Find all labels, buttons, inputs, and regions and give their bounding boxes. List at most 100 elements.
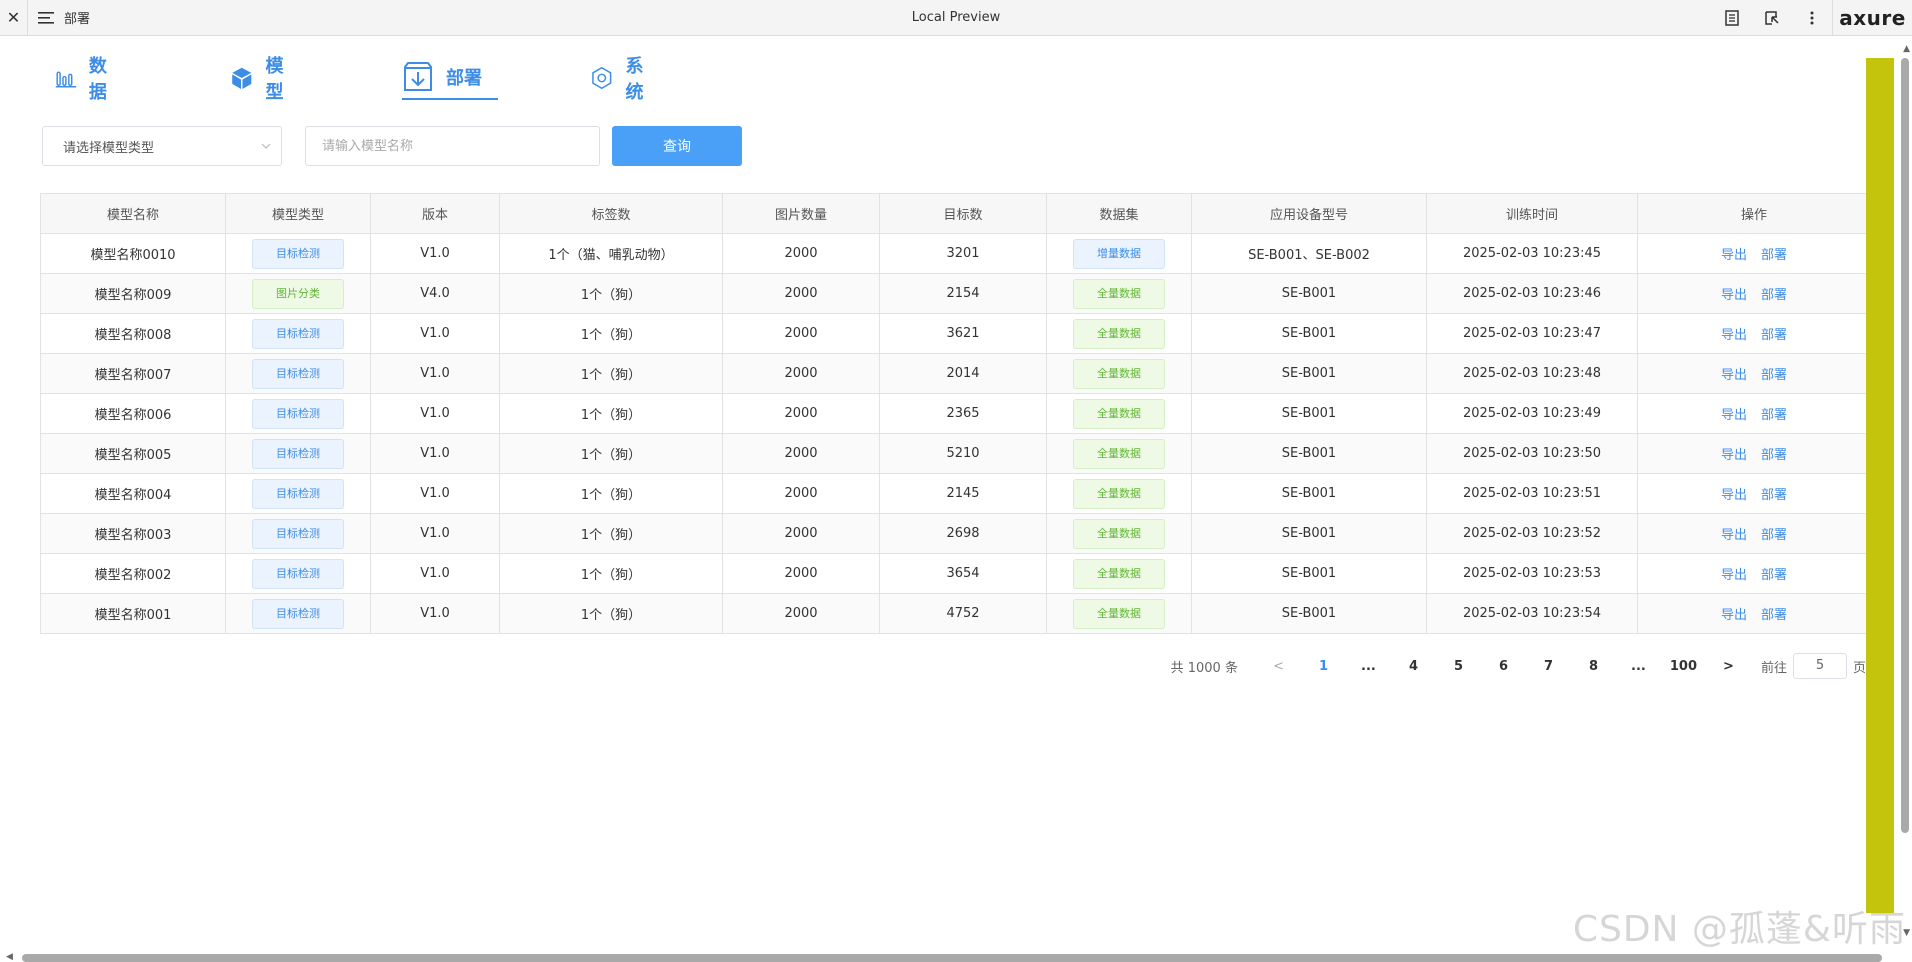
dataset-tag: 全量数据 [1073, 318, 1165, 349]
device-model-cell: SE-B001 [1191, 353, 1427, 394]
nav-deploy-label: 部署 [446, 68, 482, 89]
model-type-tag: 目标检测 [252, 318, 344, 349]
inspect-icon[interactable] [1752, 0, 1792, 36]
deploy-link[interactable]: 部署 [1761, 608, 1787, 623]
target-count-cell: 2145 [879, 473, 1047, 514]
query-button[interactable]: 查询 [612, 126, 742, 166]
prev-page-button[interactable]: < [1256, 659, 1301, 674]
model-type-select[interactable]: 请选择模型类型 [42, 126, 282, 166]
actions-cell: 导出 部署 [1637, 473, 1871, 514]
scroll-up-icon[interactable]: ▲ [1903, 44, 1910, 54]
deploy-link[interactable]: 部署 [1761, 368, 1787, 383]
model-type-select-value: 请选择模型类型 [63, 140, 155, 156]
version-cell: V1.0 [370, 593, 500, 634]
page-ellipsis[interactable]: ... [1616, 659, 1661, 674]
label-count-cell: 1个（狗） [499, 473, 723, 514]
label-count-cell: 1个（狗） [499, 433, 723, 474]
page-number-button[interactable]: 1 [1301, 659, 1346, 674]
nav-data[interactable]: 数据 [55, 56, 115, 103]
goto-page-input[interactable]: 5 [1792, 653, 1847, 679]
device-model-cell: SE-B001 [1191, 313, 1427, 354]
label-count-cell: 1个（狗） [499, 513, 723, 554]
device-model-cell: SE-B001 [1191, 273, 1427, 314]
dataset-cell: 全量数据 [1046, 473, 1192, 514]
model-type-tag: 目标检测 [252, 478, 344, 509]
export-link[interactable]: 导出 [1721, 368, 1747, 383]
bar-chart-icon [55, 71, 77, 88]
version-cell: V1.0 [370, 433, 500, 474]
image-count-cell: 2000 [722, 593, 880, 634]
page-number-button[interactable]: 7 [1526, 659, 1571, 674]
page-number-button[interactable]: 6 [1481, 659, 1526, 674]
model-type-cell: 目标检测 [225, 393, 371, 434]
more-icon[interactable] [1792, 0, 1832, 36]
dataset-cell: 全量数据 [1046, 513, 1192, 554]
deploy-link[interactable]: 部署 [1761, 288, 1787, 303]
export-link[interactable]: 导出 [1721, 608, 1747, 623]
table-header-row: 模型名称 模型类型 版本 标签数 图片数量 目标数 数据集 应用设备型号 训练时间 操作 [40, 193, 1871, 234]
deploy-link[interactable]: 部署 [1761, 408, 1787, 423]
nav-system-label: 系统 [625, 56, 644, 103]
dataset-cell: 全量数据 [1046, 393, 1192, 434]
target-count-cell: 2014 [879, 353, 1047, 394]
page-number-button[interactable]: 4 [1391, 659, 1436, 674]
export-link[interactable]: 导出 [1721, 568, 1747, 583]
next-page-button[interactable]: > [1706, 659, 1751, 674]
export-link[interactable]: 导出 [1721, 328, 1747, 343]
export-link[interactable]: 导出 [1721, 288, 1747, 303]
deploy-link[interactable]: 部署 [1761, 568, 1787, 583]
page-ellipsis[interactable]: ... [1346, 659, 1391, 674]
model-type-tag: 目标检测 [252, 358, 344, 389]
horizontal-scrollbar[interactable] [22, 954, 1882, 962]
actions-cell: 导出 部署 [1637, 553, 1871, 594]
close-icon[interactable]: ✕ [0, 0, 28, 36]
model-name-input[interactable] [305, 126, 600, 166]
dataset-cell: 全量数据 [1046, 313, 1192, 354]
label-count-cell: 1个（狗） [499, 313, 723, 354]
column-header: 目标数 [879, 193, 1047, 234]
notes-icon[interactable] [1712, 0, 1752, 36]
device-model-cell: SE-B001、SE-B002 [1191, 233, 1427, 274]
page-number-button[interactable]: 100 [1661, 659, 1706, 674]
model-name-cell: 模型名称004 [40, 473, 226, 514]
nav-deploy[interactable]: 部署 [402, 56, 498, 100]
deploy-link[interactable]: 部署 [1761, 528, 1787, 543]
model-name-cell: 模型名称0010 [40, 233, 226, 274]
vertical-scrollbar[interactable] [1901, 58, 1909, 833]
export-link[interactable]: 导出 [1721, 248, 1747, 263]
deploy-link[interactable]: 部署 [1761, 248, 1787, 263]
actions-cell: 导出 部署 [1637, 273, 1871, 314]
table-row: 模型名称005 目标检测 V1.0 1个（狗） 2000 5210 全量数据 SE-B001 2… [40, 433, 1871, 474]
column-header: 应用设备型号 [1191, 193, 1427, 234]
deploy-link[interactable]: 部署 [1761, 448, 1787, 463]
scroll-left-icon[interactable]: ◀ [6, 952, 13, 962]
image-count-cell: 2000 [722, 473, 880, 514]
actions-cell: 导出 部署 [1637, 353, 1871, 394]
export-link[interactable]: 导出 [1721, 448, 1747, 463]
column-header: 训练时间 [1426, 193, 1638, 234]
dataset-tag: 全量数据 [1073, 558, 1165, 589]
side-panel-bar [1866, 58, 1894, 913]
deploy-link[interactable]: 部署 [1761, 328, 1787, 343]
train-time-cell: 2025-02-03 10:23:50 [1426, 433, 1638, 474]
model-type-tag: 目标检测 [252, 398, 344, 429]
menu-icon[interactable] [28, 0, 64, 36]
page-number-button[interactable]: 5 [1436, 659, 1481, 674]
dataset-cell: 全量数据 [1046, 433, 1192, 474]
watermark: CSDN @孤蓬&听雨 [1572, 909, 1906, 950]
dataset-cell: 全量数据 [1046, 353, 1192, 394]
deploy-link[interactable]: 部署 [1761, 488, 1787, 503]
export-link[interactable]: 导出 [1721, 488, 1747, 503]
export-link[interactable]: 导出 [1721, 528, 1747, 543]
target-count-cell: 3621 [879, 313, 1047, 354]
image-count-cell: 2000 [722, 553, 880, 594]
nav-model[interactable]: 模型 [230, 56, 292, 103]
table-row: 模型名称003 目标检测 V1.0 1个（狗） 2000 2698 全量数据 SE-B001 2… [40, 513, 1871, 554]
nav-system[interactable]: 系统 [590, 56, 652, 103]
image-count-cell: 2000 [722, 433, 880, 474]
column-header: 数据集 [1046, 193, 1192, 234]
column-header: 版本 [370, 193, 500, 234]
version-cell: V1.0 [370, 393, 500, 434]
page-number-button[interactable]: 8 [1571, 659, 1616, 674]
export-link[interactable]: 导出 [1721, 408, 1747, 423]
